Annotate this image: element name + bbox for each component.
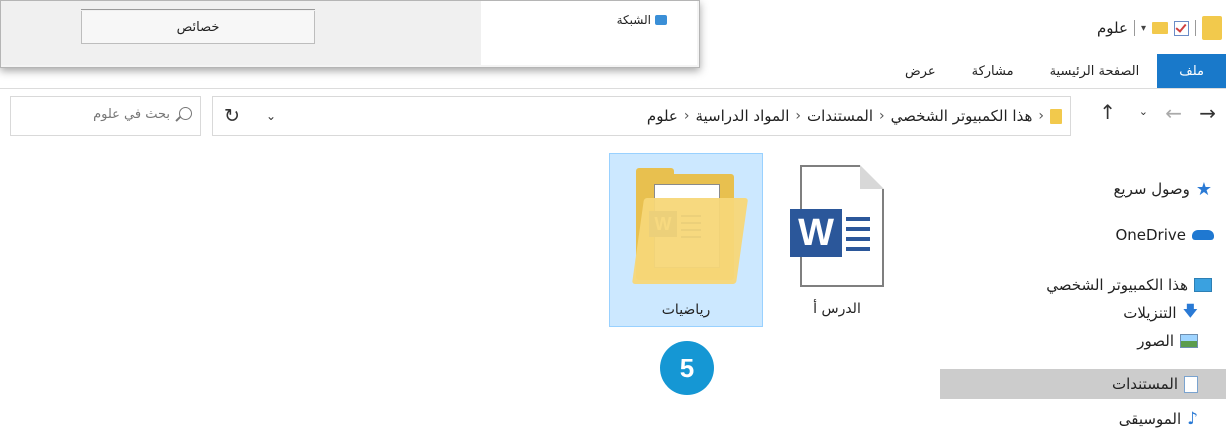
- nav-label: الصور: [1137, 332, 1174, 350]
- breadcrumb-science[interactable]: علوم: [647, 107, 678, 125]
- folder-with-document-icon: W: [632, 168, 749, 286]
- search-input[interactable]: بحث في علوم: [10, 96, 201, 136]
- nav-label: OneDrive: [1115, 226, 1186, 244]
- nav-item-music[interactable]: ♪ الموسيقى: [940, 404, 1226, 434]
- documents-icon: [1184, 375, 1198, 393]
- search-icon: [179, 107, 192, 120]
- file-item-math-folder[interactable]: W رياضيات: [609, 153, 763, 327]
- nav-item-downloads[interactable]: 🡇 التنزيلات: [940, 298, 1226, 328]
- properties-button[interactable]: خصائص: [81, 11, 315, 44]
- title-separator: [1133, 20, 1135, 36]
- nav-item-quick-access[interactable]: ★ وصول سريع: [940, 174, 1226, 204]
- nav-label: المستندات: [1111, 375, 1178, 393]
- customize-toolbar-icon[interactable]: ▾: [1141, 23, 1146, 34]
- word-document-icon: W: [790, 165, 884, 287]
- back-arrow-icon[interactable]: →: [1199, 101, 1216, 125]
- music-icon: ♪: [1187, 409, 1198, 429]
- chevron-icon[interactable]: ‹: [795, 108, 801, 124]
- ribbon-tabs: ملف الصفحة الرئيسية مشاركة عرض: [887, 54, 1226, 88]
- address-buttons: ↻ ⌄: [213, 97, 291, 135]
- address-row: → ← ⌄ ↑ ‹ هذا الكمبيوتر الشخصي ‹ المستند…: [0, 92, 1226, 142]
- chevron-icon[interactable]: ‹: [1038, 108, 1044, 124]
- breadcrumb-this-pc[interactable]: هذا الكمبيوتر الشخصي: [891, 107, 1033, 125]
- download-icon: 🡇: [1182, 301, 1198, 320]
- new-folder-icon[interactable]: [1152, 22, 1168, 34]
- nav-item-network[interactable]: الشبكة: [617, 13, 667, 27]
- tab-file[interactable]: ملف: [1157, 54, 1226, 88]
- nav-item-this-pc[interactable]: هذا الكمبيوتر الشخصي: [940, 270, 1226, 300]
- chevron-icon[interactable]: ‹: [879, 108, 885, 124]
- overlay-right-panel: [481, 1, 697, 65]
- refresh-icon[interactable]: ↻: [213, 97, 251, 135]
- nav-item-onedrive[interactable]: OneDrive: [940, 220, 1226, 250]
- context-menu-overlay: خصائص الشبكة: [0, 0, 700, 68]
- tab-view[interactable]: عرض: [887, 54, 954, 88]
- nav-label: هذا الكمبيوتر الشخصي: [1046, 276, 1188, 294]
- star-icon: ★: [1195, 178, 1212, 200]
- file-item-word-document[interactable]: W الدرس أ: [761, 153, 913, 325]
- forward-arrow-icon[interactable]: ←: [1165, 101, 1182, 125]
- breadcrumb: ‹ هذا الكمبيوتر الشخصي ‹ المستندات ‹ الم…: [647, 97, 1062, 135]
- recent-locations-icon[interactable]: ⌄: [1139, 105, 1148, 118]
- breadcrumb-school-subjects[interactable]: المواد الدراسية: [695, 107, 789, 125]
- tab-share[interactable]: مشاركة: [954, 54, 1032, 88]
- toolbar-separator: [1195, 20, 1196, 36]
- chevron-icon[interactable]: ‹: [684, 108, 690, 124]
- folder-icon: [1202, 16, 1222, 40]
- menu-divider: [81, 9, 315, 10]
- nav-item-documents[interactable]: المستندات: [940, 369, 1226, 399]
- window-title: علوم: [1097, 19, 1128, 37]
- pictures-icon: [1180, 334, 1198, 348]
- quick-access-toolbar: علوم ▾: [1097, 14, 1226, 42]
- network-label: الشبكة: [616, 13, 651, 27]
- file-name: رياضيات: [661, 302, 711, 318]
- navigation-pane: ★ وصول سريع OneDrive هذا الكمبيوتر الشخص…: [940, 150, 1226, 439]
- tab-home[interactable]: الصفحة الرئيسية: [1032, 54, 1158, 88]
- folder-icon: [1050, 108, 1062, 124]
- step-number-badge: 5: [660, 341, 714, 395]
- nav-label: وصول سريع: [1113, 180, 1190, 198]
- breadcrumb-documents[interactable]: المستندات: [807, 107, 873, 125]
- computer-icon: [1194, 278, 1212, 292]
- address-dropdown-icon[interactable]: ⌄: [251, 97, 291, 135]
- nav-item-pictures[interactable]: الصور: [940, 326, 1226, 356]
- address-bar[interactable]: ‹ هذا الكمبيوتر الشخصي ‹ المستندات ‹ الم…: [212, 96, 1071, 136]
- file-name: الدرس أ: [813, 301, 861, 317]
- nav-label: التنزيلات: [1123, 304, 1177, 322]
- search-placeholder: بحث في علوم: [93, 107, 170, 122]
- nav-label: الموسيقى: [1118, 410, 1182, 428]
- up-arrow-icon[interactable]: ↑: [1099, 100, 1116, 124]
- properties-icon[interactable]: [1174, 20, 1189, 36]
- network-icon: [655, 15, 667, 25]
- cloud-icon: [1192, 230, 1214, 240]
